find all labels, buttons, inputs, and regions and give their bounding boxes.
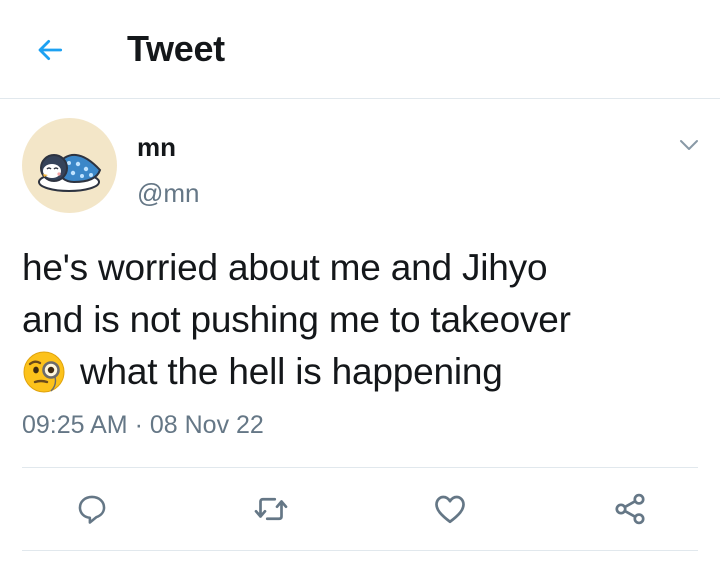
divider — [22, 550, 698, 551]
back-button[interactable] — [28, 30, 72, 70]
tweet-text-segment: what the hell is happening — [80, 351, 503, 392]
app-header: Tweet — [0, 0, 720, 99]
page-title: Tweet — [127, 28, 225, 69]
arrow-left-icon — [38, 39, 63, 61]
tweet-text-line: he's worried about me and Jihyo — [22, 247, 548, 288]
share-icon — [615, 493, 645, 525]
penguin-avatar-icon — [38, 154, 102, 192]
chevron-down-icon — [680, 140, 698, 150]
reply-icon — [78, 495, 106, 524]
tweet-timestamp: 09:25 AM · 08 Nov 22 — [22, 411, 264, 440]
meta-separator: · — [134, 411, 143, 439]
divider — [22, 467, 698, 468]
retweet-button[interactable] — [249, 487, 293, 531]
heart-icon — [435, 495, 465, 524]
tweet-options-button[interactable] — [676, 134, 702, 156]
tweet-text-line: and is not pushing me to takeover — [22, 299, 571, 340]
share-button[interactable] — [608, 487, 652, 531]
like-button[interactable] — [428, 487, 472, 531]
reply-button[interactable] — [70, 487, 114, 531]
author-handle[interactable]: @mn — [137, 178, 200, 209]
tweet-text: he's worried about me and Jihyo and is n… — [22, 242, 702, 398]
tweet-text-line: what the hell is happening — [22, 346, 702, 398]
avatar[interactable] — [22, 118, 117, 213]
tweet-time: 09:25 AM — [22, 411, 128, 439]
author-display-name[interactable]: mn — [137, 132, 176, 163]
face-with-monocle-emoji-icon — [23, 351, 65, 393]
tweet-date: 08 Nov 22 — [149, 411, 264, 439]
retweet-icon — [254, 497, 288, 521]
